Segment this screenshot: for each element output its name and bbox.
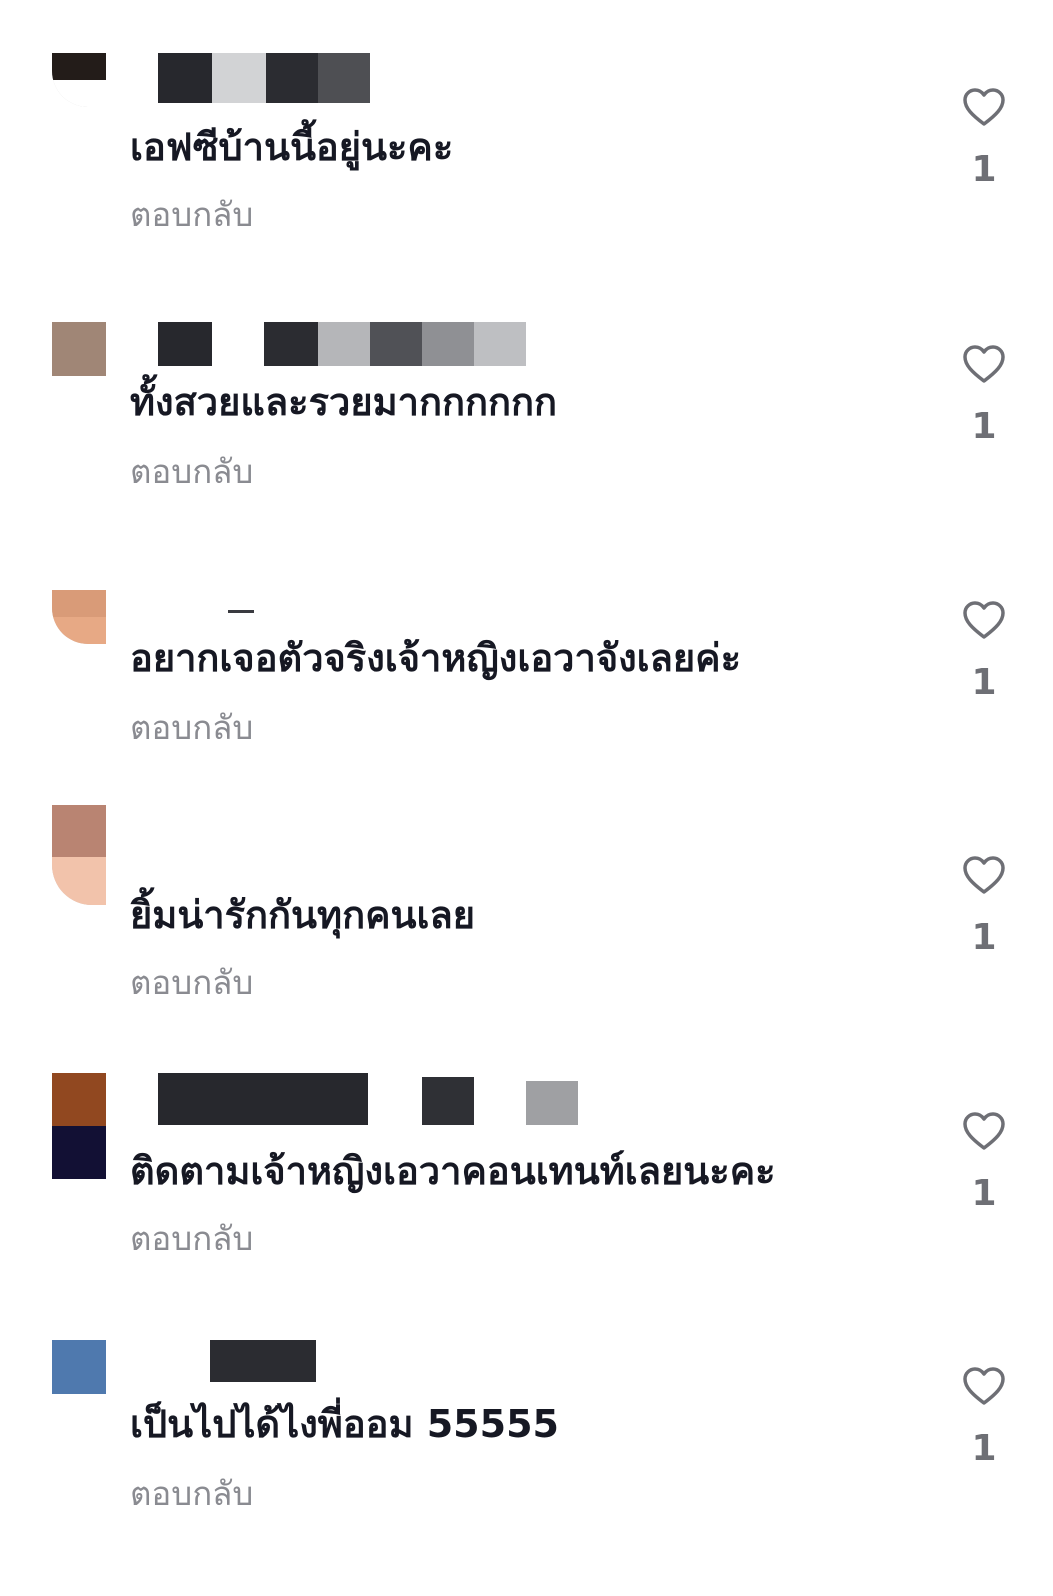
heart-outline-icon[interactable]	[962, 1366, 1006, 1406]
heart-outline-icon[interactable]	[962, 344, 1006, 384]
reply-button[interactable]: ตอบกลับ	[130, 195, 253, 235]
like-count: 1	[971, 1173, 997, 1214]
username-redacted[interactable]	[130, 322, 630, 372]
comment-item: เอฟซีบ้านนี้อยู่นะคะ ตอบกลับ 1	[0, 53, 1053, 309]
heart-outline-icon[interactable]	[962, 1111, 1006, 1151]
username-redacted[interactable]	[130, 590, 630, 640]
heart-outline-icon[interactable]	[962, 855, 1006, 895]
reply-button[interactable]: ตอบกลับ	[130, 963, 253, 1003]
avatar[interactable]	[52, 590, 106, 644]
avatar[interactable]	[52, 1073, 106, 1179]
like-count: 1	[971, 149, 997, 190]
comment-text: เป็นไปได้ไงพี่ออม 55555	[130, 1402, 559, 1446]
username-redacted[interactable]	[130, 53, 630, 103]
heart-outline-icon[interactable]	[962, 600, 1006, 640]
username-redacted[interactable]	[130, 1073, 630, 1125]
username-redacted[interactable]	[130, 1340, 630, 1390]
comment-text: อยากเจอตัวจริงเจ้าหญิงเอวาจังเลยค่ะ	[130, 636, 742, 680]
comment-item: ติดตามเจ้าหญิงเอวาคอนเทนท์เลยนะคะ ตอบกลั…	[0, 1073, 1053, 1329]
like-count: 1	[971, 662, 997, 703]
reply-button[interactable]: ตอบกลับ	[130, 452, 253, 492]
avatar[interactable]	[52, 1340, 106, 1394]
avatar[interactable]	[52, 805, 106, 905]
comment-item: เป็นไปได้ไงพี่ออม 55555 ตอบกลับ 1	[0, 1340, 1053, 1596]
comment-item: ทั้งสวยและรวยมากกกกกก ตอบกลับ 1	[0, 322, 1053, 578]
reply-button[interactable]: ตอบกลับ	[130, 708, 253, 748]
reply-button[interactable]: ตอบกลับ	[130, 1219, 253, 1259]
comment-text: ติดตามเจ้าหญิงเอวาคอนเทนท์เลยนะคะ	[130, 1149, 776, 1193]
heart-outline-icon[interactable]	[962, 87, 1006, 127]
avatar[interactable]	[52, 53, 106, 107]
like-count: 1	[971, 917, 997, 958]
like-count: 1	[971, 1428, 997, 1469]
comment-item: ยิ้มน่ารักกันทุกคนเลย ตอบกลับ 1	[0, 805, 1053, 1061]
comment-text: เอฟซีบ้านนี้อยู่นะคะ	[130, 125, 454, 169]
avatar[interactable]	[52, 322, 106, 376]
comment-text: ทั้งสวยและรวยมากกกกกก	[130, 380, 558, 424]
reply-button[interactable]: ตอบกลับ	[130, 1474, 253, 1514]
comment-text: ยิ้มน่ารักกันทุกคนเลย	[130, 893, 476, 937]
like-count: 1	[971, 406, 997, 447]
